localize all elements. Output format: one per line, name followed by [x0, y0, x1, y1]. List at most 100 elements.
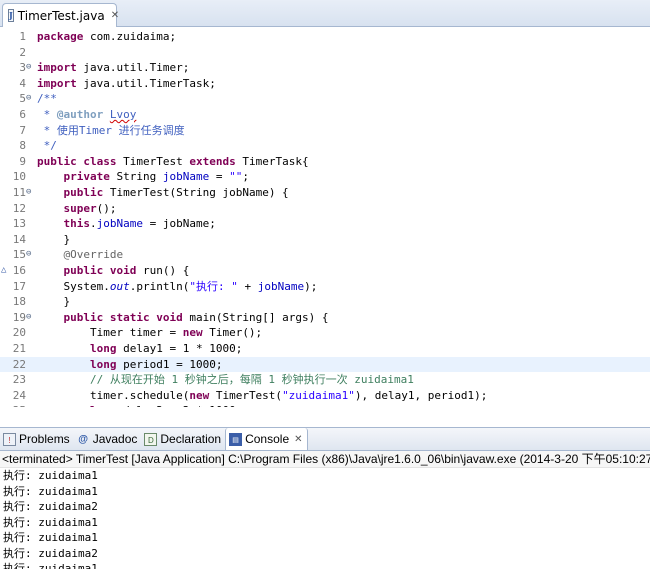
code-line[interactable]: 16 △ public void run() { [0, 263, 650, 279]
fold-collapse-icon[interactable]: ⊖ [26, 247, 35, 263]
code-text: public void run() { [63, 264, 190, 277]
line-number: 15 [12, 248, 26, 262]
line-number: 3 [19, 61, 26, 75]
code-line[interactable]: 3 ⊖ import java.util.Timer; [0, 60, 650, 76]
code-text: // 从现在开始 1 秒钟之后，每隔 1 秒钟执行一次 zuidaima1 [89, 373, 414, 387]
code-text: */ [37, 139, 57, 153]
code-line[interactable]: 11 ⊖ public TimerTest(String jobName) { [0, 185, 650, 201]
code-line[interactable]: 8 */ [0, 138, 650, 154]
console-line: 执行: zuidaima1 [3, 562, 98, 569]
code-line[interactable]: 18 } [0, 294, 650, 310]
javadoc-icon: @ [78, 433, 89, 445]
code-text: package com.zuidaima; [37, 30, 177, 43]
console-line: 执行: zuidaima1 [3, 531, 98, 544]
tab-javadoc[interactable]: @ Javadoc [74, 428, 142, 450]
tab-label: Declaration [160, 432, 222, 446]
tab-declaration[interactable]: D Declaration [141, 428, 225, 450]
line-number: 6 [19, 108, 26, 121]
code-text: * @author Lvoy [37, 108, 137, 121]
code-line[interactable]: 22 long period1 = 1000; [0, 356, 650, 373]
code-editor[interactable]: 1 package com.zuidaima; 2 3 ⊖ import java.uti… [0, 27, 650, 407]
code-text: this.jobName = jobName; [63, 217, 216, 231]
code-line[interactable]: 24 timer.schedule(new TimerTest("zuidaim… [0, 388, 650, 404]
code-text: System.out.println("执行: " + jobName); [37, 279, 318, 293]
code-text: @Override [63, 248, 124, 262]
line-number: 22 [12, 357, 26, 371]
line-number: 23 [12, 373, 26, 387]
editor-tab-label: TimerTest.java [17, 8, 105, 23]
tab-problems[interactable]: ! Problems [0, 428, 74, 450]
editor-tab-bar: J TimerTest.java ✕ [0, 0, 650, 27]
code-text: super(); [63, 201, 117, 215]
code-text: import java.util.Timer; [37, 61, 190, 75]
code-line[interactable]: 17 System.out.println("执行: " + jobName); [0, 279, 650, 295]
code-text: Timer timer = new Timer(); [37, 326, 263, 340]
code-line[interactable]: 9 public class TimerTest extends TimerTas… [0, 154, 650, 170]
line-number: 10 [12, 170, 26, 184]
console-line: 执行: zuidaima1 [3, 469, 98, 482]
code-line[interactable]: 23 // 从现在开始 1 秒钟之后，每隔 1 秒钟执行一次 zuidaima1 [0, 372, 650, 388]
line-number: 18 [12, 295, 26, 309]
line-number: 14 [12, 232, 26, 246]
code-text: public class TimerTest extends TimerTask… [37, 154, 309, 168]
line-number: 1 [19, 30, 26, 43]
code-line[interactable]: 2 [0, 45, 650, 61]
code-text: /** [37, 92, 57, 106]
code-line[interactable]: 20 Timer timer = new Timer(); [0, 325, 650, 341]
code-line[interactable]: 5 ⊖/** [0, 91, 650, 107]
code-text: } [37, 232, 71, 246]
line-number: 8 [19, 139, 26, 153]
line-number: 9 [19, 154, 26, 168]
code-text: import java.util.TimerTask; [37, 76, 216, 90]
fold-collapse-icon[interactable]: ⊖ [26, 310, 35, 326]
code-text: * 使用Timer 进行任务调度 [37, 123, 185, 137]
java-file-icon: J [8, 9, 14, 22]
code-line[interactable]: 4 import java.util.TimerTask; [0, 76, 650, 92]
tab-label: Console [245, 432, 290, 446]
code-line[interactable]: 19 ⊖ public static void main(String[] arg… [0, 310, 650, 326]
console-line: 执行: zuidaima2 [3, 500, 98, 513]
fold-collapse-icon[interactable]: ⊖ [26, 91, 35, 107]
code-line[interactable]: 12 super(); [0, 201, 650, 217]
console-status-header: <terminated> TimerTest [Java Application… [0, 451, 650, 468]
code-text: timer.schedule(new TimerTest("zuidaima1"… [37, 388, 488, 402]
code-line[interactable]: 21 long delay1 = 1 * 1000; [0, 341, 650, 357]
code-line[interactable]: 1 package com.zuidaima; [0, 29, 650, 45]
problems-icon: ! [3, 432, 16, 446]
code-line[interactable]: 13 this.jobName = jobName; [0, 216, 650, 232]
line-number: 7 [19, 123, 26, 137]
code-line[interactable]: 15 ⊖ @Override [0, 247, 650, 263]
line-number: 24 [12, 388, 26, 402]
fold-collapse-icon[interactable]: ⊖ [26, 60, 35, 76]
line-number: 20 [12, 326, 26, 340]
code-text: public TimerTest(String jobName) { [63, 186, 289, 199]
line-number: 12 [12, 201, 26, 215]
close-icon[interactable]: ✕ [111, 10, 119, 21]
console-icon: ▤ [229, 432, 243, 446]
line-number: 21 [12, 342, 26, 355]
code-text: public static void main(String[] args) { [63, 310, 329, 324]
fold-collapse-icon[interactable]: ⊖ [26, 185, 35, 201]
code-line[interactable]: 14 } [0, 232, 650, 248]
code-text: private String jobName = ""; [63, 170, 249, 184]
code-text: } [37, 295, 71, 309]
override-marker-icon: △ [1, 265, 7, 275]
line-number: 2 [19, 45, 26, 59]
line-number: 11 [12, 186, 26, 199]
close-icon[interactable]: ✕ [294, 434, 302, 445]
views-tab-bar: ! Problems @ Javadoc D Declaration ▤ Console ✕ [0, 427, 650, 451]
console-line: 执行: zuidaima1 [3, 515, 98, 529]
console-output[interactable]: 执行: zuidaima1 执行: zuidaima1 执行: zuidaima2 执… [0, 468, 650, 569]
code-text: long delay1 = 1 * 1000; [89, 342, 243, 355]
line-number: 19 [12, 310, 26, 324]
code-line[interactable]: 10 private String jobName = ""; [0, 169, 650, 185]
line-number: 4 [19, 76, 26, 90]
code-text: long period1 = 1000; [89, 357, 223, 371]
declaration-icon: D [144, 432, 158, 446]
editor-tab-timertest[interactable]: J TimerTest.java ✕ [2, 3, 119, 27]
code-line[interactable]: 7 * 使用Timer 进行任务调度 [0, 123, 650, 139]
line-number: 17 [12, 279, 26, 293]
tab-label: Problems [19, 432, 70, 446]
code-line[interactable]: 6 * @author Lvoy [0, 107, 650, 123]
tab-console[interactable]: ▤ Console ✕ [225, 428, 308, 450]
